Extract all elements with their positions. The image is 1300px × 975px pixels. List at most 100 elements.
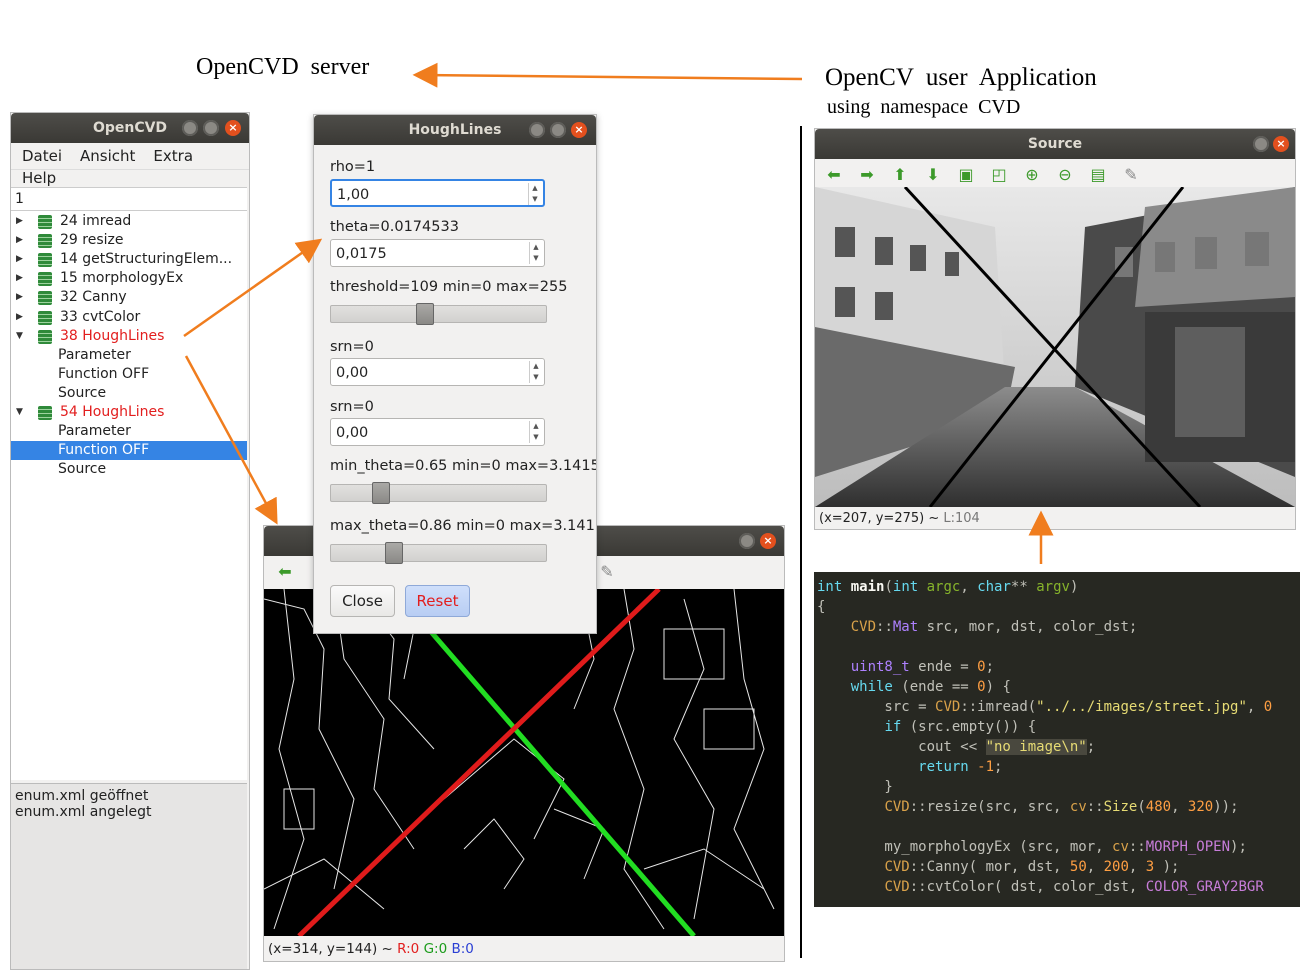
rho-value: 1,00 [337,187,370,203]
minimize-icon[interactable] [182,120,198,136]
houghlines-window: HoughLines × rho=1 1,00 ▲ ▼ theta=0.01745… [313,114,597,634]
expander-closed-icon[interactable]: ▶ [16,231,23,250]
divider-line [800,126,802,958]
rho-spinbox[interactable]: 1,00 ▲ ▼ [330,179,545,207]
database-icon [38,253,52,268]
code-line: int main(int argc, char** argv) [817,579,1079,595]
tree-item-label: Source [58,461,107,478]
hough-titlebar[interactable]: HoughLines × [314,115,596,145]
source-status: (x=207, y=275) ~ L:104 [815,509,1295,529]
tree-node-item[interactable]: ▶ 15 morphologyEx [11,269,247,288]
luminance-value: L:104 [943,511,980,526]
srn-label: srn=0 [330,339,374,355]
properties-icon[interactable]: ✎ [596,563,618,581]
close-icon[interactable]: × [225,120,241,136]
maximize-icon[interactable] [550,122,566,138]
minimize-icon[interactable] [739,533,755,549]
red-value: R:0 [397,941,420,957]
code-line: cout << "no image\n"; [817,739,1096,755]
spin-arrows-icon[interactable]: ▲ ▼ [529,361,542,383]
menu-help[interactable]: Help [11,165,63,187]
slider-handle[interactable] [372,482,391,504]
tree-node-item[interactable]: ▶ 33 cvtColor [11,308,247,327]
green-value: G:0 [423,941,448,957]
zoom-fit-icon[interactable]: ◰ [988,166,1010,184]
spin-arrows-icon[interactable]: ▲ ▼ [528,183,541,205]
tree-item-label: 15 morphologyEx [60,270,184,287]
stn-spinbox[interactable]: 0,00 ▲ ▼ [330,418,545,446]
tree-item-label: 32 Canny [60,289,127,306]
tree-node-item[interactable]: ▶ 29 resize [11,231,247,250]
database-icon [38,310,52,325]
stn-value: 0,00 [336,425,369,441]
expander-closed-icon[interactable]: ▶ [16,269,23,288]
code-editor[interactable]: int main(int argc, char** argv) { CVD::M… [814,572,1300,907]
app-sub-label: using namespace CVD [827,96,1021,118]
hough-title: HoughLines [408,122,502,138]
tree-node-item[interactable]: ▼ 38 HoughLines [11,327,247,346]
database-icon [38,291,52,306]
tree-node-item[interactable]: ▶ 24 imread [11,212,247,231]
max-theta-label: max_theta=0.86 min=0 max=3.1415 [330,518,596,534]
close-icon[interactable]: × [1273,136,1289,152]
minimize-icon[interactable] [529,122,545,138]
slider-handle[interactable] [416,303,435,325]
code-line: { [817,599,826,615]
source-image[interactable] [815,187,1295,507]
close-icon[interactable]: × [760,533,776,549]
tree-node-item[interactable]: ▶ 32 Canny [11,288,247,307]
arrow-left-icon[interactable]: ⬅ [274,563,296,581]
close-button[interactable]: Close [330,585,395,617]
arrow-down-icon[interactable]: ⬇ [922,166,944,184]
expander-open-icon[interactable]: ▼ [16,327,23,346]
zoom-in-icon[interactable]: ⊕ [1021,166,1043,184]
spin-arrows-icon[interactable]: ▲ ▼ [529,242,542,264]
max-theta-slider[interactable] [330,542,547,564]
threshold-slider[interactable] [330,303,547,325]
srn-spinbox[interactable]: 0,00 ▲ ▼ [330,358,545,386]
tree-child-item[interactable]: Function OFF [11,365,247,384]
arrow-right-icon[interactable]: ➡ [856,166,878,184]
reset-button[interactable]: Reset [405,585,470,617]
arrow-left-icon[interactable]: ⬅ [823,166,845,184]
canny-status: (x=314, y=144) ~ R:0 G:0 B:0 [264,937,784,961]
slider-handle[interactable] [385,542,404,564]
tree-item-label: 54 HoughLines [60,404,165,420]
tree-child-item[interactable]: Parameter [11,422,247,441]
tree-node-item[interactable]: ▼ 54 HoughLines [11,403,247,422]
expander-closed-icon[interactable]: ▶ [16,288,23,307]
code-line: CVD::resize(src, src, cv::Size(480, 320)… [884,799,1239,815]
tree-child-item[interactable]: Source [11,384,247,403]
expander-closed-icon[interactable]: ▶ [16,250,23,269]
source-window: Source × ⬅ ➡ ⬆ ⬇ ▣ ◰ ⊕ ⊖ ▤ ✎ (x=207, y=2… [814,128,1296,530]
tree-child-item[interactable]: Parameter [11,346,247,365]
spin-arrows-icon[interactable]: ▲ ▼ [529,421,542,443]
source-titlebar[interactable]: Source × [815,129,1295,159]
app-label: OpenCV user Application [825,64,1097,91]
server-label: OpenCVD server [196,54,370,80]
theta-spinbox[interactable]: 0,0175 ▲ ▼ [330,239,545,267]
expander-closed-icon[interactable]: ▶ [16,212,23,231]
canny-image[interactable] [264,589,784,936]
tree-child-item[interactable]: Source [11,460,247,479]
tree-item-label: Parameter [58,423,131,440]
opencvd-titlebar[interactable]: OpenCVD × [11,113,249,143]
close-icon[interactable]: × [571,122,587,138]
arrow-up-icon[interactable]: ⬆ [889,166,911,184]
expander-closed-icon[interactable]: ▶ [16,308,23,327]
tree-child-item[interactable]: Function OFF [11,441,247,461]
image-icon[interactable]: ▣ [955,166,977,184]
menu-extra[interactable]: Extra [142,143,200,165]
stn-label: srn=0 [330,399,374,415]
min-theta-slider[interactable] [330,482,547,504]
menu-datei[interactable]: Datei [11,143,69,165]
menu-ansicht[interactable]: Ansicht [69,143,142,165]
zoom-out-icon[interactable]: ⊖ [1054,166,1076,184]
minimize-icon[interactable] [1253,136,1269,152]
maximize-icon[interactable] [203,120,219,136]
save-icon[interactable]: ▤ [1087,166,1109,184]
tree-node-item[interactable]: ▶ 14 getStructuringElem... [11,250,247,269]
tree-item-label: 33 cvtColor [60,308,141,325]
expander-open-icon[interactable]: ▼ [16,403,23,422]
properties-icon[interactable]: ✎ [1120,166,1142,184]
